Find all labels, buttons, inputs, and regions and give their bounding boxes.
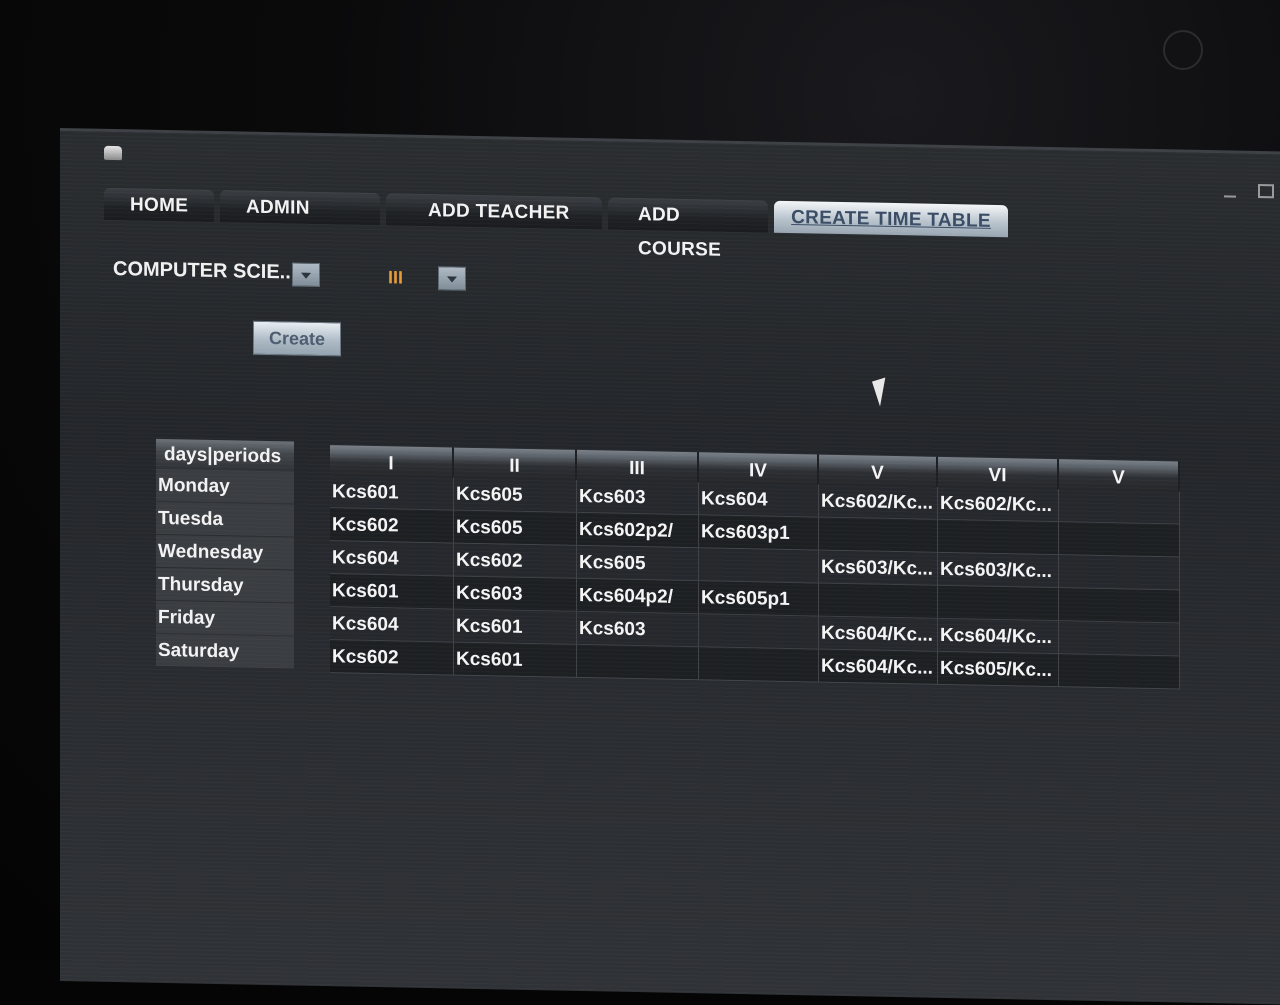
- table-cell[interactable]: Kcs601: [330, 574, 454, 610]
- period-header[interactable]: V: [819, 454, 938, 487]
- table-cell[interactable]: Kcs604p2/: [577, 578, 699, 615]
- window-controls: [1224, 183, 1274, 199]
- tab-add-teacher[interactable]: ADD TEACHER: [386, 193, 602, 230]
- table-cell[interactable]: Kcs604: [330, 541, 454, 577]
- table-cell[interactable]: [1059, 555, 1180, 591]
- table-cell[interactable]: [1059, 654, 1180, 690]
- table-cell[interactable]: Kcs601: [330, 475, 454, 511]
- table-cell[interactable]: [1059, 522, 1180, 558]
- tab-home[interactable]: HOME: [104, 187, 214, 222]
- table-cell[interactable]: Kcs604/Kc...: [819, 649, 938, 685]
- semester-dropdown-chevron-down-icon[interactable]: [438, 266, 466, 291]
- table-cell[interactable]: Kcs602: [330, 640, 454, 676]
- monitor-screen: HOME ADMIN ADD TEACHER ADD COURSE CREATE…: [0, 0, 1280, 1005]
- table-cell[interactable]: Kcs602: [454, 543, 577, 579]
- mouse-pointer-icon: [872, 377, 894, 407]
- table-cell[interactable]: [1059, 489, 1180, 525]
- table-cell[interactable]: Kcs603/Kc...: [938, 552, 1059, 589]
- period-header[interactable]: I: [330, 445, 454, 478]
- table-cell[interactable]: Kcs605: [577, 545, 699, 582]
- table-cell[interactable]: [938, 585, 1059, 622]
- period-header[interactable]: VI: [938, 456, 1059, 490]
- table-cell[interactable]: Kcs601: [454, 642, 577, 678]
- table-cell[interactable]: Kcs602/Kc...: [938, 486, 1059, 523]
- power-button-icon: [1163, 30, 1203, 70]
- table-cell[interactable]: Kcs602/Kc...: [819, 484, 938, 520]
- department-dropdown-chevron-down-icon[interactable]: [292, 262, 320, 287]
- day-label-saturday[interactable]: Saturday: [156, 633, 294, 670]
- period-header[interactable]: II: [454, 447, 577, 480]
- table-cell[interactable]: Kcs602p2/: [577, 512, 699, 549]
- table-cell[interactable]: Kcs603: [454, 576, 577, 612]
- table-cell[interactable]: Kcs605: [454, 477, 577, 513]
- table-cell[interactable]: [938, 519, 1059, 556]
- table-cell[interactable]: [699, 647, 819, 683]
- day-label-thursday[interactable]: Thursday: [156, 567, 294, 604]
- table-cell[interactable]: Kcs603: [577, 479, 699, 516]
- table-cell[interactable]: [1059, 588, 1180, 624]
- table-cell[interactable]: [1059, 621, 1180, 657]
- tab-bar: HOME ADMIN ADD TEACHER ADD COURSE CREATE…: [104, 184, 1014, 261]
- period-header[interactable]: III: [577, 449, 699, 483]
- table-cell[interactable]: [819, 583, 938, 619]
- table-cell[interactable]: Kcs602: [330, 508, 454, 544]
- table-cell[interactable]: Kcs604: [699, 482, 819, 518]
- day-label-friday[interactable]: Friday: [156, 600, 294, 637]
- minimize-icon[interactable]: [1224, 183, 1236, 198]
- day-label-monday[interactable]: Monday: [156, 468, 294, 505]
- timetable-grid: I II III IV V VI V Kcs601 Kcs605 Kcs603 …: [330, 445, 1180, 690]
- tab-add-course[interactable]: ADD COURSE: [608, 197, 768, 261]
- app-window: HOME ADMIN ADD TEACHER ADD COURSE CREATE…: [60, 128, 1280, 1005]
- maximize-icon[interactable]: [1258, 184, 1274, 199]
- table-cell[interactable]: Kcs603: [577, 611, 699, 648]
- tab-admin[interactable]: ADMIN: [220, 190, 380, 226]
- days-periods-header: days|periods: [156, 438, 294, 472]
- create-button[interactable]: Create: [253, 320, 341, 357]
- table-cell[interactable]: Kcs604: [330, 607, 454, 643]
- table-cell[interactable]: Kcs601: [454, 609, 577, 645]
- table-cell[interactable]: [819, 517, 938, 553]
- table-cell[interactable]: [699, 614, 819, 650]
- day-label-wednesday[interactable]: Wednesday: [156, 534, 294, 571]
- table-cell[interactable]: Kcs604/Kc...: [938, 618, 1059, 655]
- app-icon: [104, 145, 122, 161]
- days-table: days|periods Monday Tuesda Wednesday Thu…: [156, 438, 294, 670]
- table-cell[interactable]: Kcs605/Kc...: [938, 651, 1059, 688]
- table-cell[interactable]: Kcs605: [454, 510, 577, 546]
- table-cell[interactable]: Kcs604/Kc...: [819, 616, 938, 652]
- table-cell[interactable]: [577, 644, 699, 681]
- period-header[interactable]: V: [1059, 459, 1180, 492]
- semester-select[interactable]: III: [388, 267, 403, 288]
- day-label-tuesday[interactable]: Tuesda: [156, 501, 294, 538]
- department-select[interactable]: COMPUTER SCIE...: [113, 258, 296, 285]
- tab-create-time-table[interactable]: CREATE TIME TABLE: [774, 200, 1008, 238]
- table-cell[interactable]: Kcs603p1: [699, 515, 819, 551]
- table-cell[interactable]: Kcs603/Kc...: [819, 550, 938, 586]
- table-cell[interactable]: Kcs605p1: [699, 581, 819, 617]
- table-cell[interactable]: [699, 548, 819, 584]
- period-header[interactable]: IV: [699, 452, 819, 485]
